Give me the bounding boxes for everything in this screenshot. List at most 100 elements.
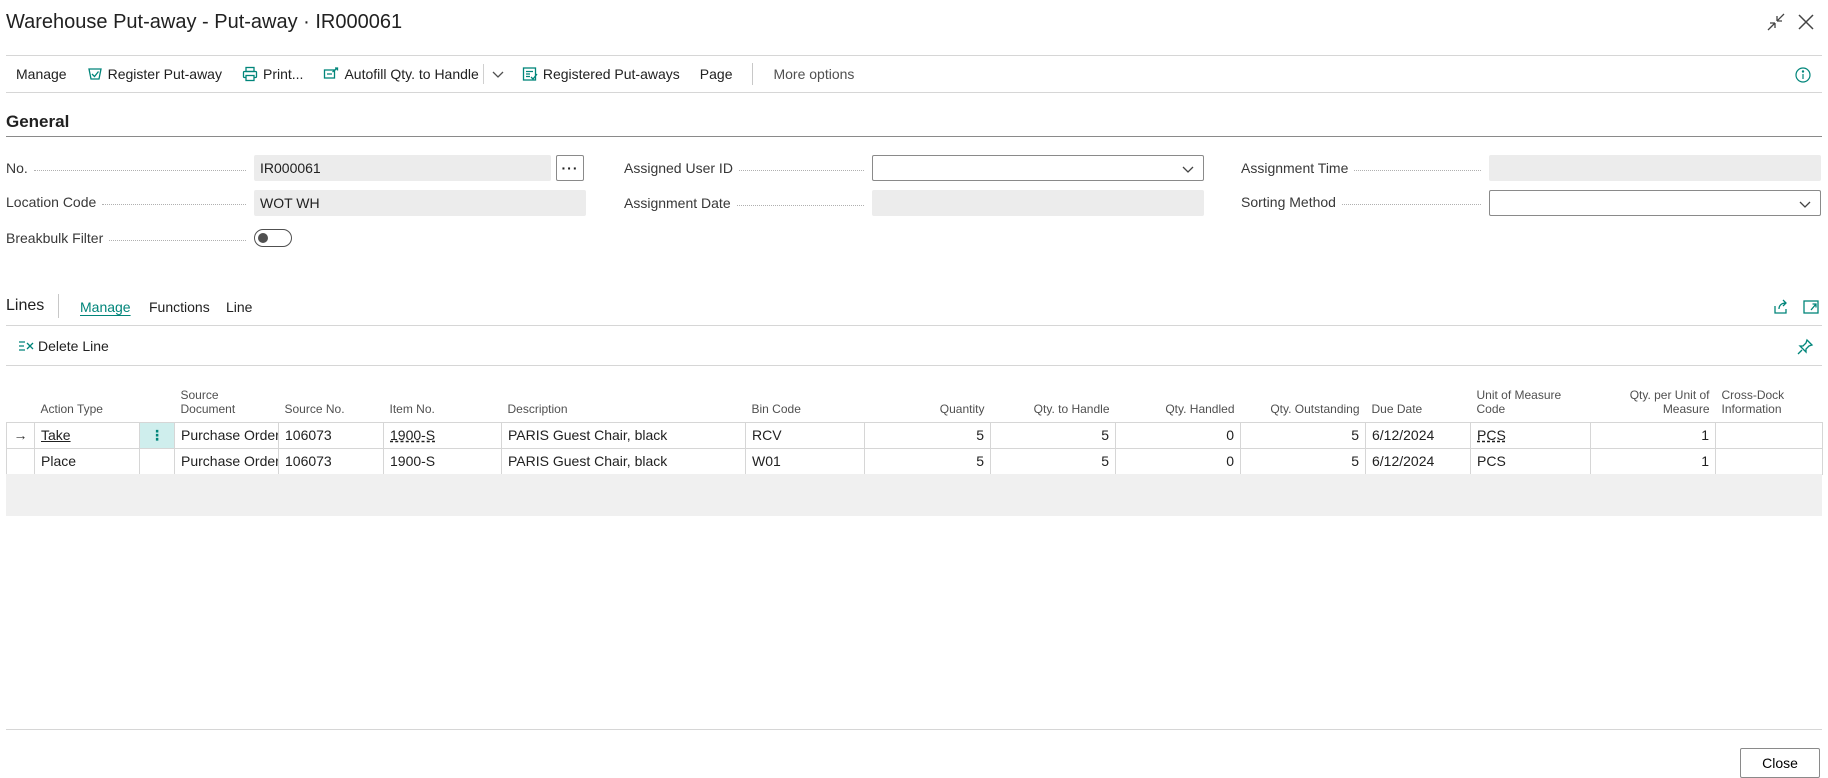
quantity-cell[interactable]: 5 (864, 447, 991, 475)
col-header-action-type[interactable]: Action Type (35, 380, 140, 422)
uom-value[interactable]: PCS (1477, 427, 1506, 443)
label-leader (109, 239, 246, 241)
registered-list-icon (522, 67, 538, 81)
pin-icon[interactable] (1796, 338, 1814, 356)
due-date-cell[interactable]: 6/12/2024 (1365, 421, 1471, 449)
uom-cell[interactable]: PCS (1470, 421, 1591, 449)
col-header-source-no[interactable]: Source No. (279, 380, 384, 422)
print-button[interactable]: Print... (232, 56, 313, 92)
delete-line-button[interactable]: Delete Line (18, 338, 109, 354)
col-header-item-no[interactable]: Item No. (384, 380, 502, 422)
assignment-date-label: Assignment Date (624, 195, 864, 211)
tab-manage[interactable]: Manage (80, 299, 131, 315)
source-no-cell[interactable]: 106073 (278, 421, 384, 449)
cross-dock-cell[interactable] (1715, 447, 1823, 475)
lines-grid: Action Type Source Document Source No. I… (6, 380, 1823, 475)
register-put-away-button[interactable]: Register Put-away (77, 56, 232, 92)
col-header-bin-code[interactable]: Bin Code (746, 380, 865, 422)
col-header-menu (140, 380, 175, 422)
bin-code-cell[interactable]: RCV (745, 421, 865, 449)
lines-header: Lines Manage Functions Line (6, 290, 1822, 326)
assigned-user-id-label-text: Assigned User ID (624, 160, 733, 176)
print-icon (242, 66, 258, 82)
row-menu-cell[interactable] (139, 447, 175, 475)
source-no-cell[interactable]: 106073 (278, 447, 384, 475)
label-leader (1354, 169, 1481, 171)
assignment-time-field[interactable] (1489, 155, 1821, 181)
assignment-time-label: Assignment Time (1241, 160, 1481, 176)
qty-per-uom-cell[interactable]: 1 (1590, 447, 1716, 475)
general-section-title[interactable]: General (6, 112, 69, 132)
action-separator (752, 63, 754, 85)
grid-header-row: Action Type Source Document Source No. I… (7, 380, 1823, 422)
tab-functions[interactable]: Functions (149, 299, 210, 315)
row-menu-button[interactable]: ⋮ (139, 421, 175, 449)
registered-put-aways-button[interactable]: Registered Put-aways (512, 56, 690, 92)
share-icon[interactable] (1772, 298, 1790, 316)
breakbulk-filter-toggle[interactable] (254, 229, 292, 247)
col-header-qty-outstanding[interactable]: Qty. Outstanding (1241, 380, 1366, 422)
more-options-button[interactable]: More options (763, 56, 864, 92)
qty-to-handle-cell[interactable]: 5 (990, 447, 1116, 475)
source-document-cell[interactable]: Purchase Order (174, 421, 279, 449)
description-cell[interactable]: PARIS Guest Chair, black (501, 447, 746, 475)
label-leader (736, 204, 864, 206)
page-menu[interactable]: Page (690, 56, 743, 92)
col-header-due-date[interactable]: Due Date (1366, 380, 1471, 422)
row-marker (6, 447, 35, 475)
col-header-cross-dock[interactable]: Cross-Dock Information (1716, 380, 1823, 422)
item-no-value[interactable]: 1900-S (390, 427, 435, 443)
label-leader (1341, 203, 1481, 205)
quantity-cell[interactable]: 5 (864, 421, 991, 449)
uom-cell[interactable]: PCS (1470, 447, 1591, 475)
action-type-cell[interactable]: Take (34, 421, 140, 449)
no-field[interactable]: IR000061 (254, 155, 551, 181)
col-header-qty-per-uom[interactable]: Qty. per Unit of Measure (1591, 380, 1716, 422)
cross-dock-cell[interactable] (1715, 421, 1823, 449)
close-icon[interactable] (1795, 11, 1817, 33)
autofill-dropdown-button[interactable] (482, 64, 512, 84)
qty-outstanding-cell[interactable]: 5 (1240, 421, 1366, 449)
chevron-down-icon (492, 71, 504, 78)
description-cell[interactable]: PARIS Guest Chair, black (501, 421, 746, 449)
action-type-value[interactable]: Take (41, 427, 71, 443)
col-header-uom[interactable]: Unit of Measure Code (1471, 380, 1591, 422)
lines-title[interactable]: Lines (6, 297, 44, 315)
table-row[interactable]: Place Purchase Order 106073 1900-S PARIS… (6, 447, 1823, 475)
sorting-method-field[interactable] (1489, 190, 1821, 216)
col-header-quantity[interactable]: Quantity (865, 380, 991, 422)
qty-handled-cell[interactable]: 0 (1115, 421, 1241, 449)
location-code-field[interactable]: WOT WH (254, 190, 586, 216)
item-no-cell[interactable]: 1900-S (383, 447, 502, 475)
col-header-qty-handled[interactable]: Qty. Handled (1116, 380, 1241, 422)
assignment-date-field[interactable] (872, 190, 1204, 216)
item-no-cell[interactable]: 1900-S (383, 421, 502, 449)
assigned-user-id-field[interactable] (872, 155, 1204, 181)
info-icon[interactable] (1794, 66, 1812, 84)
qty-outstanding-cell[interactable]: 5 (1240, 447, 1366, 475)
qty-per-uom-cell[interactable]: 1 (1590, 421, 1716, 449)
close-button[interactable]: Close (1740, 748, 1820, 778)
location-code-label: Location Code (6, 194, 246, 210)
tab-line[interactable]: Line (226, 299, 252, 315)
col-header-description[interactable]: Description (502, 380, 746, 422)
action-type-cell[interactable]: Place (34, 447, 140, 475)
autofill-qty-button[interactable]: Autofill Qty. to Handle (313, 56, 482, 92)
sorting-method-label-text: Sorting Method (1241, 194, 1336, 210)
manage-menu[interactable]: Manage (6, 56, 77, 92)
col-header-source-document[interactable]: Source Document (175, 380, 279, 422)
qty-handled-cell[interactable]: 0 (1115, 447, 1241, 475)
source-document-cell[interactable]: Purchase Order (174, 447, 279, 475)
bin-code-cell[interactable]: W01 (745, 447, 865, 475)
collapse-icon[interactable] (1765, 11, 1787, 33)
col-header-qty-to-handle[interactable]: Qty. to Handle (991, 380, 1116, 422)
assigned-user-id-label: Assigned User ID (624, 160, 864, 176)
breakbulk-filter-label: Breakbulk Filter (6, 230, 246, 246)
expand-icon[interactable] (1802, 298, 1820, 316)
assist-edit-button[interactable]: ··· (556, 155, 584, 181)
qty-to-handle-cell[interactable]: 5 (990, 421, 1116, 449)
table-row[interactable]: → Take ⋮ Purchase Order 106073 1900-S PA… (6, 421, 1823, 449)
chevron-down-icon (1799, 201, 1811, 208)
due-date-cell[interactable]: 6/12/2024 (1365, 447, 1471, 475)
lines-separator (58, 294, 59, 318)
